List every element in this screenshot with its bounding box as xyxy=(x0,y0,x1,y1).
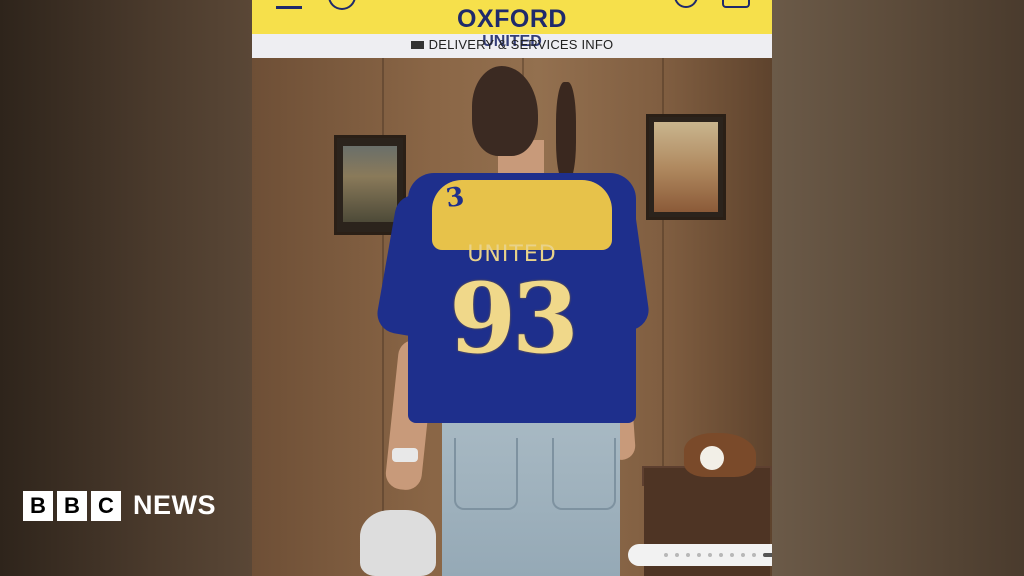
carousel-dot[interactable] xyxy=(752,553,756,557)
football-helmet xyxy=(360,510,436,576)
carousel-dot[interactable] xyxy=(708,553,712,557)
delivery-info-label: DELIVERY & SERVICES INFO xyxy=(428,37,614,52)
background-right-blur xyxy=(772,0,1024,576)
carousel-dot[interactable] xyxy=(675,553,679,557)
model: 3 UNITED 93 xyxy=(252,58,772,576)
carousel-dot[interactable] xyxy=(730,553,734,557)
jeans-pocket xyxy=(454,438,518,510)
carousel-dot[interactable] xyxy=(741,553,745,557)
site-logo[interactable]: OXFORD xyxy=(252,5,772,34)
carousel-dot[interactable] xyxy=(664,553,668,557)
bbc-letter: B xyxy=(23,490,53,521)
truck-icon xyxy=(410,40,424,49)
bbc-letter: C xyxy=(91,490,121,521)
model-ponytail xyxy=(556,82,576,182)
image-carousel-indicator[interactable] xyxy=(628,544,772,566)
bbc-news-watermark: B B C NEWS xyxy=(23,490,216,521)
carousel-dot[interactable] xyxy=(686,553,690,557)
model-hair xyxy=(472,66,538,156)
delivery-info-link[interactable]: DELIVERY & SERVICES INFO xyxy=(252,37,772,52)
smart-watch xyxy=(392,448,418,462)
news-wordmark: NEWS xyxy=(133,490,216,520)
jersey-number: 93 xyxy=(449,262,579,375)
phone-screenshot: OXFORD UNITED DELIVERY & SERVICES INFO 3… xyxy=(252,0,772,576)
site-header: OXFORD xyxy=(252,0,772,34)
carousel-dot-active[interactable] xyxy=(763,553,772,557)
carousel-dot[interactable] xyxy=(697,553,701,557)
bbc-letter: B xyxy=(57,490,87,521)
jeans-pocket xyxy=(552,438,616,510)
carousel-dot[interactable] xyxy=(719,553,723,557)
product-photo: 3 UNITED 93 xyxy=(252,58,772,576)
delivery-info-bar[interactable]: UNITED DELIVERY & SERVICES INFO xyxy=(252,33,772,58)
